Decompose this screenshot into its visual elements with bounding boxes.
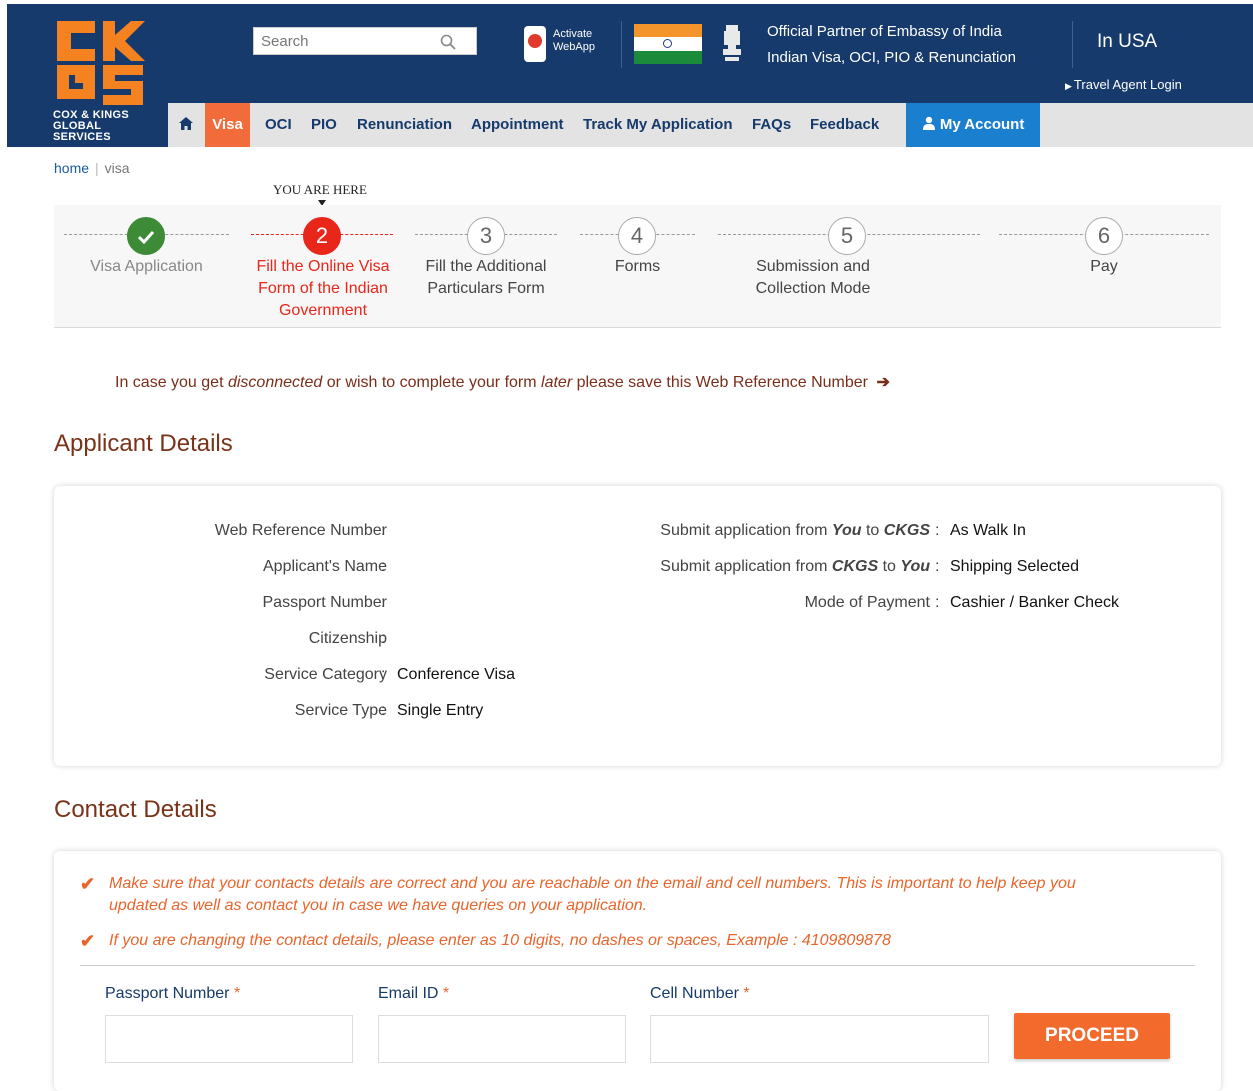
step-3: 3 Fill the Additional Particulars Form <box>407 205 565 328</box>
nav-pio[interactable]: PIO <box>311 103 337 147</box>
main-nav: Visa OCI PIO Renunciation Appointment Tr… <box>168 103 1253 147</box>
step-6: 6 Pay <box>994 205 1221 328</box>
breadcrumb-home-link[interactable]: home <box>54 160 89 176</box>
ckgs-logo-mark <box>57 21 145 105</box>
search-icon[interactable] <box>440 34 456 50</box>
nav-feedback[interactable]: Feedback <box>810 103 879 147</box>
step-1: Visa Application <box>54 205 239 328</box>
step-number: 2 <box>303 217 341 255</box>
contact-tip: ✔ Make sure that your contacts details a… <box>80 874 1076 914</box>
detail-row: Mode of Payment: Cashier / Banker Check <box>804 594 1119 611</box>
step-label: Fill the Additional Particulars Form <box>425 258 547 297</box>
proceed-button[interactable]: PROCEED <box>1014 1013 1170 1059</box>
region-label: In USA <box>1097 31 1158 52</box>
progress-steps: Visa Application 2 Fill the Online Visa … <box>54 205 1221 328</box>
email-id-field[interactable] <box>378 1015 626 1063</box>
step-number: 5 <box>828 217 866 255</box>
step-number: 6 <box>1085 217 1123 255</box>
step-2: 2 Fill the Online Visa Form of the India… <box>239 205 407 328</box>
check-icon: ✔ <box>80 931 96 951</box>
national-emblem-icon <box>720 19 744 67</box>
detail-row: Service Type: Single Entry <box>294 702 484 719</box>
step-label: Visa Application <box>90 258 203 275</box>
activate-webapp-link[interactable]: Activate WebApp <box>524 26 614 66</box>
step-label: Forms <box>614 258 661 275</box>
contact-tip: ✔ If you are changing the contact detail… <box>80 931 891 951</box>
nav-oci[interactable]: OCI <box>265 103 292 147</box>
caret-right-icon: ▶ <box>1065 81 1072 91</box>
contact-details-heading: Contact Details <box>54 796 217 823</box>
cell-number-field[interactable] <box>650 1015 989 1063</box>
webapp-line2: WebApp <box>553 41 595 53</box>
step-label: Fill the Online Visa Form of the Indian … <box>256 258 390 319</box>
passport-number-label: Passport Number * <box>105 985 241 1002</box>
phone-icon <box>524 26 546 62</box>
my-account-button[interactable]: My Account <box>906 103 1040 147</box>
breadcrumb-current: visa <box>104 160 130 176</box>
you-are-here-label: YOU ARE HERE <box>273 182 367 197</box>
passport-number-field[interactable] <box>105 1015 353 1063</box>
contact-details-card: ✔ Make sure that your contacts details a… <box>54 851 1221 1091</box>
step-label: Pay <box>1090 258 1118 275</box>
divider <box>80 965 1195 966</box>
cell-number-label: Cell Number * <box>650 985 750 1002</box>
check-icon: ✔ <box>80 874 96 894</box>
page: COX & KINGS GLOBAL SERVICES Activate Web… <box>0 0 1253 1091</box>
arrow-right-icon: ➔ <box>876 374 890 391</box>
nav-faqs[interactable]: FAQs <box>752 103 791 147</box>
india-flag-icon <box>634 24 702 64</box>
applicant-details-heading: Applicant Details <box>54 430 233 457</box>
email-id-label: Email ID * <box>378 985 450 1002</box>
divider <box>621 21 622 68</box>
step-4: 4 Forms <box>565 205 710 328</box>
nav-appointment[interactable]: Appointment <box>471 103 563 147</box>
detail-row: Service Category: Conference Visa <box>264 666 515 683</box>
check-icon <box>127 217 165 255</box>
detail-row: Submit application from You to CKGS: As W… <box>660 522 1026 539</box>
divider <box>1072 21 1073 68</box>
breadcrumb: home | visa <box>54 160 130 176</box>
nav-home[interactable] <box>168 103 204 147</box>
step-label: Submission and Collection Mode <box>755 258 871 297</box>
webapp-line1: Activate <box>553 28 593 40</box>
official-partner-text: Official Partner of Embassy of India Ind… <box>767 23 1017 66</box>
nav-visa[interactable]: Visa <box>205 103 250 147</box>
logo-subtitle: COX & KINGS GLOBAL SERVICES <box>53 109 130 143</box>
email-id-input[interactable] <box>379 1016 625 1062</box>
user-icon <box>922 116 935 130</box>
applicant-details-card: Web Reference Number: Applicant's Name: … <box>54 486 1221 766</box>
nav-track-my-application[interactable]: Track My Application <box>583 103 732 147</box>
step-number: 4 <box>618 217 656 255</box>
step-5: 5 Submission and Collection Mode <box>710 205 980 328</box>
search-input[interactable] <box>254 28 434 54</box>
passport-number-input[interactable] <box>106 1016 352 1062</box>
step-number: 3 <box>467 217 505 255</box>
home-icon <box>179 117 193 130</box>
search-box <box>253 27 477 55</box>
nav-renunciation[interactable]: Renunciation <box>357 103 452 147</box>
save-reference-notice: In case you get disconnected or wish to … <box>115 374 890 391</box>
travel-agent-login-link[interactable]: ▶ Travel Agent Login <box>1065 77 1182 92</box>
ckgs-logo[interactable]: COX & KINGS GLOBAL SERVICES <box>7 4 162 147</box>
detail-row: Citizenship: <box>308 630 387 647</box>
cell-number-input[interactable] <box>651 1016 988 1062</box>
detail-row: Submit application from CKGS to You: Ship… <box>660 558 1079 575</box>
